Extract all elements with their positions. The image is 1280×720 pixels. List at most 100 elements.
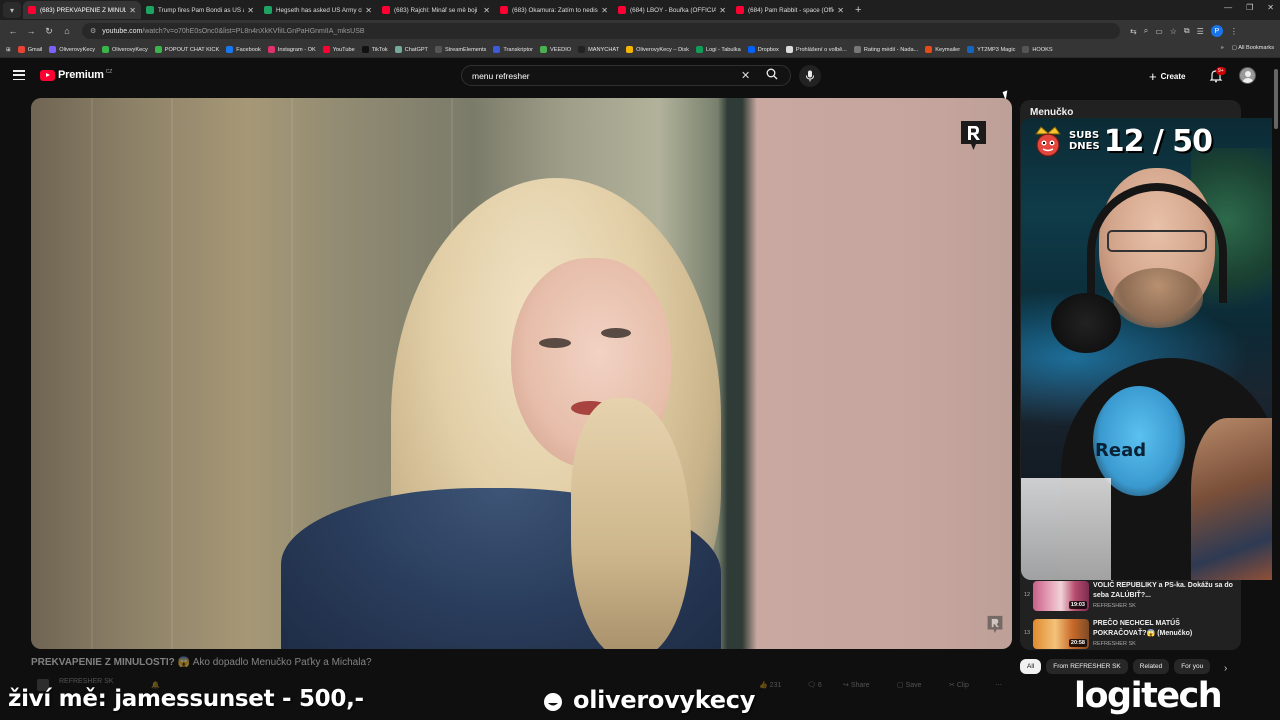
- bookmark-star-icon[interactable]: ☆: [1170, 27, 1177, 36]
- bookmark-favicon-icon: [17, 46, 25, 53]
- bookmark-item[interactable]: StreamElements: [434, 46, 486, 53]
- bookmark-item[interactable]: OliverovyKecy: [102, 46, 148, 53]
- browser-tab[interactable]: (683) Rajchl: Mináľ se mě boji ✕: [377, 1, 495, 19]
- video-player[interactable]: [31, 98, 1012, 649]
- close-tab-icon[interactable]: ✕: [365, 6, 372, 15]
- bookmark-item[interactable]: OliverovyKecy – Disk: [626, 46, 689, 53]
- cast-icon[interactable]: ▭: [1155, 27, 1163, 36]
- youtube-play-icon: [40, 69, 55, 81]
- profile-avatar[interactable]: P: [1210, 25, 1223, 37]
- zoom-icon[interactable]: ⌕: [1144, 26, 1148, 36]
- create-button[interactable]: + Create: [1149, 67, 1186, 85]
- playlist-item[interactable]: 13 20:58 PREČO NECHCEL MATÚŠ POKRAČOVAŤ?…: [1020, 619, 1241, 650]
- sponsor-logo: logitech: [1074, 676, 1223, 716]
- bookmark-favicon-icon: [434, 46, 442, 53]
- playlist-item-title[interactable]: PREČO NECHCEL MATÚŠ POKRAČOVAŤ?😱 (Menučk…: [1093, 619, 1233, 638]
- search-icon[interactable]: [766, 68, 778, 80]
- chevron-right-icon[interactable]: ›: [1224, 663, 1227, 674]
- bookmark-item[interactable]: YT2MP3 Magic: [967, 46, 1015, 53]
- bookmark-item[interactable]: YouTube: [322, 46, 355, 53]
- bookmark-label: Rating médií - Nada...: [863, 46, 919, 53]
- bookmark-item[interactable]: OliverovyKecy: [49, 46, 95, 53]
- close-tab-icon[interactable]: ✕: [719, 6, 726, 15]
- clip-button[interactable]: ✂ Clip: [949, 681, 969, 689]
- tab-search-icon[interactable]: ▾: [3, 2, 21, 18]
- bookmark-item[interactable]: VEEDIO: [539, 46, 571, 53]
- apps-icon[interactable]: ⊞: [6, 47, 11, 53]
- bookmark-item[interactable]: MANYCHAT: [578, 46, 619, 53]
- bookmark-favicon-icon: [747, 46, 755, 53]
- close-tab-icon[interactable]: ✕: [247, 6, 254, 15]
- playlist-item[interactable]: 12 19:03 VOLIČ REPUBLIKY a PS-ka. Dokážu…: [1020, 581, 1241, 615]
- youtube-premium-logo[interactable]: Premium CZ: [40, 69, 112, 81]
- playlist-item-channel: REFRESHER SK: [1093, 641, 1136, 647]
- bookmark-item[interactable]: Gmail: [17, 46, 42, 53]
- bookmark-item[interactable]: POPOUT CHAT KICK: [154, 46, 219, 53]
- bookmark-item[interactable]: Instagram - OK: [267, 46, 316, 53]
- browser-tab[interactable]: Hegseth has asked US Army ch ✕: [259, 1, 377, 19]
- close-window-icon[interactable]: ✕: [1267, 3, 1274, 12]
- bookmark-item[interactable]: Rating médií - Nada...: [853, 46, 919, 53]
- playlist-item-thumbnail[interactable]: 20:58: [1033, 619, 1089, 649]
- chip-for-you[interactable]: For you: [1174, 659, 1211, 674]
- window-controls: — ❐ ✕: [1224, 3, 1274, 12]
- bookmark-item[interactable]: Keymailer: [925, 46, 960, 53]
- reading-list-icon[interactable]: ☰: [1197, 27, 1204, 36]
- scrollbar-thumb[interactable]: [1274, 69, 1278, 129]
- like-button[interactable]: 👍 231: [759, 681, 781, 689]
- chip-all[interactable]: All: [1020, 659, 1042, 674]
- share-button[interactable]: ↪ Share: [843, 681, 870, 689]
- chip-related[interactable]: Related: [1132, 659, 1170, 674]
- bookmark-label: Logi - Tabulka: [705, 46, 741, 53]
- bookmarks-overflow-icon[interactable]: »: [1221, 45, 1224, 51]
- browser-tab[interactable]: (683) PREKVAPENIE Z MINULOSTI✕: [23, 1, 141, 19]
- clear-search-icon[interactable]: ✕: [741, 69, 750, 82]
- channel-name[interactable]: REFRESHER SK: [59, 678, 113, 685]
- bookmark-item[interactable]: Transkriptor: [493, 46, 533, 53]
- bookmark-favicon-icon: [226, 46, 234, 53]
- home-icon[interactable]: ⌂: [60, 26, 74, 36]
- bookmark-item[interactable]: Facebook: [226, 46, 261, 53]
- browser-tab[interactable]: Trump fires Pam Bondi as US at ✕: [141, 1, 259, 19]
- account-avatar[interactable]: [1239, 67, 1256, 84]
- translate-icon[interactable]: ⇆: [1130, 27, 1137, 36]
- close-tab-icon[interactable]: ✕: [601, 6, 608, 15]
- browser-tab[interactable]: (684) LBOY - Bouřka (OFFICIAL ✕: [613, 1, 731, 19]
- bookmark-label: OliverovyKecy: [59, 46, 96, 53]
- forward-icon[interactable]: →: [24, 26, 38, 36]
- bookmark-item[interactable]: ChatGPT: [394, 46, 428, 53]
- bookmark-item[interactable]: TikTok: [361, 46, 388, 53]
- close-tab-icon[interactable]: ✕: [837, 6, 844, 15]
- comments-button[interactable]: 🗨 6: [807, 681, 822, 689]
- shock-emoji-icon: 😱: [177, 657, 190, 668]
- bookmark-item[interactable]: Logi - Tabulka: [695, 46, 741, 53]
- new-tab-button[interactable]: +: [855, 4, 861, 16]
- browser-tab[interactable]: (683) Okamura: Zatím to nediskí ✕: [495, 1, 613, 19]
- minimize-icon[interactable]: —: [1224, 3, 1232, 12]
- bookmark-label: ChatGPT: [404, 46, 428, 53]
- more-actions-icon[interactable]: ⋯: [995, 681, 1002, 689]
- browser-menu-icon[interactable]: ⋮: [1230, 27, 1238, 36]
- bookmark-item[interactable]: HOOKS: [1022, 46, 1053, 53]
- site-info-icon[interactable]: ⚙: [90, 27, 96, 35]
- video-frame-eye: [539, 338, 571, 348]
- reload-icon[interactable]: ↻: [42, 26, 56, 37]
- all-bookmarks-button[interactable]: ▢ All Bookmarks: [1232, 45, 1274, 51]
- playlist-item-title[interactable]: VOLIČ REPUBLIKY a PS-ka. Dokážu sa do se…: [1093, 581, 1233, 600]
- browser-tab[interactable]: (684) Pam Rabbit - space (Offic ✕: [731, 1, 849, 19]
- extensions-icon[interactable]: ⧉: [1184, 26, 1190, 36]
- menu-icon[interactable]: [13, 70, 25, 80]
- page-scrollbar[interactable]: [1272, 59, 1280, 720]
- bookmark-item[interactable]: Prohlášení o volbě...: [785, 46, 847, 53]
- bookmark-item[interactable]: Dropbox: [747, 46, 779, 53]
- maximize-icon[interactable]: ❐: [1246, 3, 1253, 12]
- close-tab-icon[interactable]: ✕: [129, 6, 136, 15]
- close-tab-icon[interactable]: ✕: [483, 6, 490, 15]
- address-bar[interactable]: ⚙ youtube.com /watch?v=o70hE0sOnc0&list=…: [82, 23, 1120, 39]
- bookmark-label: YouTube: [332, 46, 355, 53]
- playlist-item-thumbnail[interactable]: 19:03: [1033, 581, 1089, 611]
- chip-from-channel[interactable]: From REFRESHER SK: [1046, 659, 1128, 674]
- voice-search-button[interactable]: [799, 65, 821, 87]
- save-button[interactable]: ▢ Save: [897, 681, 922, 689]
- back-icon[interactable]: ←: [6, 26, 20, 36]
